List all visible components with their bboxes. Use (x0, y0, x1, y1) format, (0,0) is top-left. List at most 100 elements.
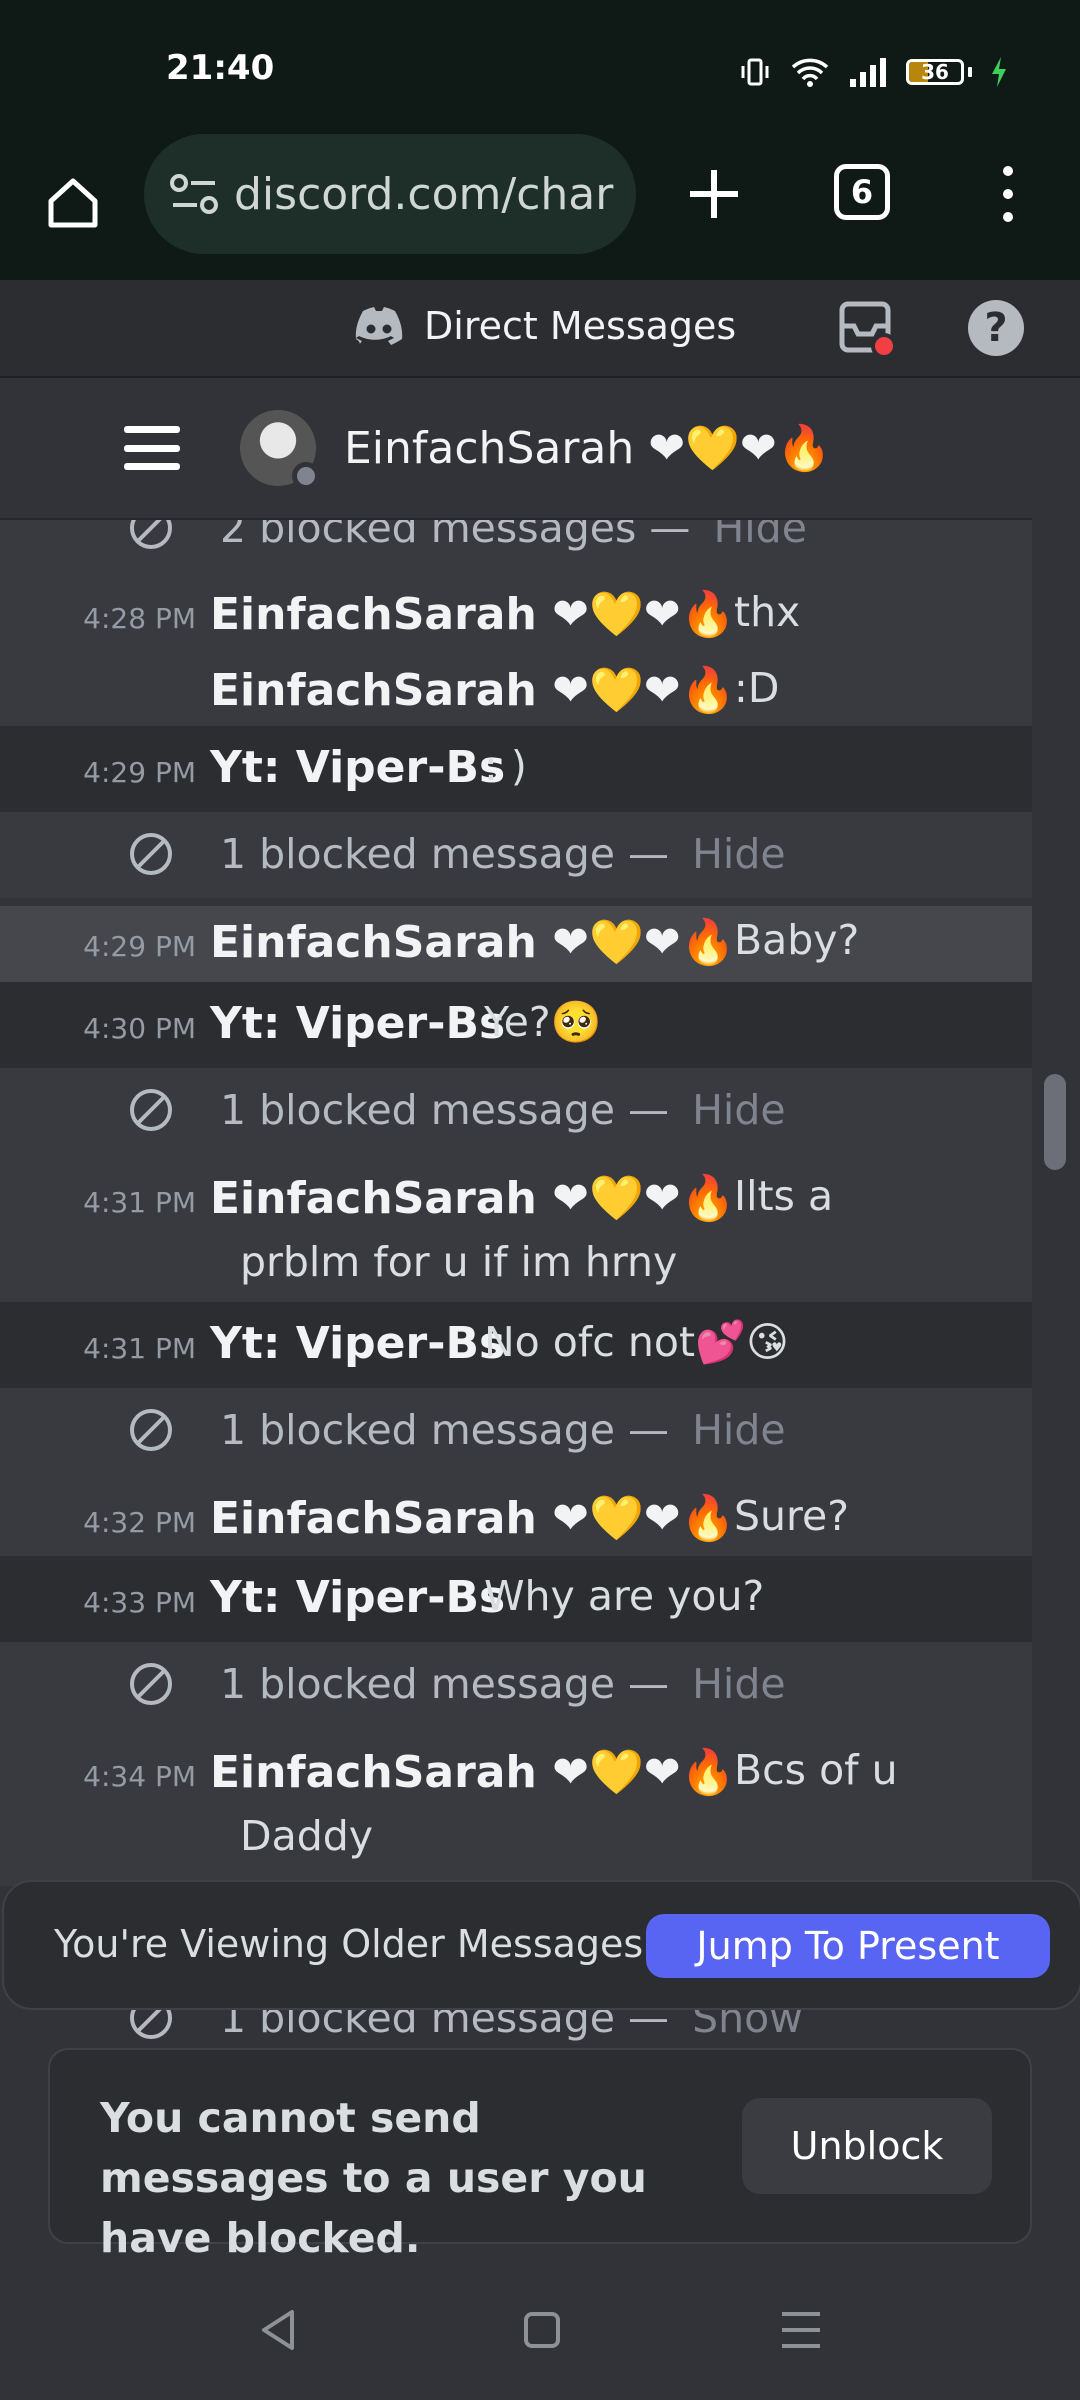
blocked-user-notice: You cannot send messages to a user you h… (48, 2048, 1032, 2262)
discord-logo-icon (355, 307, 403, 345)
nav-home-icon[interactable] (524, 2312, 560, 2348)
message-author[interactable]: Yt: Viper-Bs (210, 998, 505, 1049)
message-timestamp: 4:34 PM (83, 1760, 196, 1793)
status-bar: 21:40 36 (0, 0, 1080, 130)
blocked-icon (130, 1409, 172, 1451)
blocked-count: 1 blocked message (220, 1086, 615, 1134)
message-group: 1 blocked message — Hide 4:32 PM Einfach… (0, 1388, 1032, 1556)
home-button[interactable] (38, 168, 108, 238)
blocked-messages-row[interactable]: 1 blocked message — Hide (128, 1086, 786, 1134)
blocked-messages-row[interactable]: 2 blocked messages — Hide (0, 520, 1032, 564)
dm-title-group: Direct Messages (354, 304, 736, 348)
site-settings-icon[interactable] (166, 166, 222, 222)
show-link[interactable]: Show (692, 2010, 803, 2042)
recents-icon[interactable] (782, 2312, 820, 2348)
message-row: 4:30 PM Yt: Viper-Bs Ye?🥺 (0, 982, 1032, 1068)
blocked-icon (130, 1663, 172, 1705)
blocked-icon (130, 833, 172, 875)
message-text: Bcs of u (734, 1746, 898, 1794)
hide-link[interactable]: Hide (692, 830, 785, 878)
hide-link[interactable]: Hide (692, 1086, 785, 1134)
unblock-button[interactable]: Unblock (742, 2098, 992, 2194)
browser-toolbar: discord.com/char 6 (0, 130, 1080, 280)
message-timestamp: 4:29 PM (83, 756, 196, 789)
blocked-count: 1 blocked message (220, 2010, 615, 2042)
blocked-icon (130, 520, 172, 549)
system-nav-bar (0, 2270, 1080, 2400)
blocked-messages-row-partial[interactable]: 1 blocked message — Show (0, 2010, 1080, 2050)
blocked-messages-row[interactable]: 1 blocked message — Hide (0, 812, 1032, 898)
blocked-messages-row[interactable]: 1 blocked message — Hide (128, 1660, 786, 1708)
vibrate-icon (741, 58, 769, 86)
dm-bar: Direct Messages ? (0, 280, 1080, 378)
new-tab-button[interactable] (680, 160, 748, 228)
message-timestamp: 4:33 PM (83, 1586, 196, 1619)
message-group: 4:28 PM EinfachSarah ❤💛❤🔥 thx EinfachSar… (0, 564, 1032, 726)
message-author[interactable]: Yt: Viper-Bs (210, 1572, 505, 1623)
message-text: Ilts a (734, 1172, 834, 1220)
offline-status-icon (292, 462, 320, 490)
url-text: discord.com/char (234, 168, 614, 220)
message-text-continued: Daddy (240, 1812, 374, 1860)
back-icon[interactable] (258, 2308, 298, 2352)
home-icon (48, 178, 98, 228)
message-text: : ) (484, 742, 527, 790)
blocked-icon (130, 2010, 172, 2039)
inbox-button[interactable] (838, 300, 897, 359)
battery-level: 36 (921, 60, 949, 84)
message-text: Ye?🥺 (484, 998, 602, 1046)
message-group: 1 blocked message — Hide 4:31 PM Einfach… (0, 1068, 1032, 1302)
message-row: 4:33 PM Yt: Viper-Bs Why are you? (0, 1556, 1032, 1642)
blocked-count: 1 blocked message (220, 1406, 615, 1454)
message-text: Sure? (734, 1492, 849, 1540)
help-icon[interactable]: ? (968, 300, 1024, 356)
older-messages-banner: You're Viewing Older Messages Jump To Pr… (2, 1880, 1080, 2010)
hide-link[interactable]: Hide (692, 1406, 785, 1454)
message-author[interactable]: Yt: Viper-Bs (210, 742, 505, 793)
blocked-count: 1 blocked message (220, 830, 615, 878)
dm-title: Direct Messages (424, 304, 737, 348)
message-text: No ofc not💕😘 (484, 1318, 789, 1366)
message-timestamp: 4:32 PM (83, 1506, 196, 1539)
message-text: Baby? (734, 916, 860, 964)
avatar[interactable] (240, 410, 320, 490)
message-row: 4:29 PM Yt: Viper-Bs : ) (0, 726, 1032, 812)
blocked-user-notice-text: You cannot send messages to a user you h… (100, 2094, 647, 2262)
message-author[interactable]: EinfachSarah ❤💛❤🔥 (210, 664, 735, 716)
plus-icon (690, 170, 738, 218)
message-group: 1 blocked message — Hide 4:34 PM Einfach… (0, 1642, 1032, 1886)
message-timestamp: 4:29 PM (83, 930, 196, 963)
chat-recipient-name[interactable]: EinfachSarah ❤💛❤🔥 (344, 422, 832, 474)
battery-icon: 36 (906, 59, 972, 85)
tab-switcher-button[interactable]: 6 (834, 164, 890, 220)
blocked-messages-row[interactable]: 1 blocked message — Hide (128, 1406, 786, 1454)
message-timestamp: 4:30 PM (83, 1012, 196, 1045)
blocked-count: 2 blocked messages (220, 520, 637, 552)
message-author[interactable]: EinfachSarah ❤💛❤🔥 (210, 1172, 735, 1224)
address-bar[interactable]: discord.com/char (144, 134, 636, 254)
message-author[interactable]: EinfachSarah ❤💛❤🔥 (210, 588, 735, 640)
message-author[interactable]: EinfachSarah ❤💛❤🔥 (210, 916, 735, 968)
jump-to-present-button[interactable]: Jump To Present (646, 1914, 1050, 1978)
message-row: 4:31 PM Yt: Viper-Bs No ofc not💕😘 (0, 1302, 1032, 1388)
inbox-icon (839, 301, 897, 359)
message-row: 4:29 PM EinfachSarah ❤💛❤🔥 Baby? (0, 906, 1032, 982)
hide-link[interactable]: Hide (713, 520, 806, 552)
chat-header: EinfachSarah ❤💛❤🔥 (0, 378, 1032, 520)
message-text-continued: prblm for u if im hrny (240, 1238, 678, 1286)
scrollbar-thumb[interactable] (1044, 1074, 1066, 1170)
message-author[interactable]: EinfachSarah ❤💛❤🔥 (210, 1492, 735, 1544)
hide-link[interactable]: Hide (692, 1660, 785, 1708)
blocked-icon (130, 1089, 172, 1131)
blocked-count: 1 blocked message (220, 1660, 615, 1708)
menu-icon[interactable] (124, 426, 180, 470)
signal-icon (850, 58, 886, 87)
browser-menu-button[interactable] (990, 160, 1026, 228)
message-timestamp: 4:31 PM (83, 1186, 196, 1219)
message-author[interactable]: EinfachSarah ❤💛❤🔥 (210, 1746, 735, 1798)
message-list[interactable]: 2 blocked messages — Hide 4:28 PM Einfac… (0, 520, 1032, 1886)
message-author[interactable]: Yt: Viper-Bs (210, 1318, 505, 1369)
message-text: :D (734, 664, 780, 712)
message-text: thx (734, 588, 801, 636)
status-icons: 36 (738, 52, 1008, 92)
